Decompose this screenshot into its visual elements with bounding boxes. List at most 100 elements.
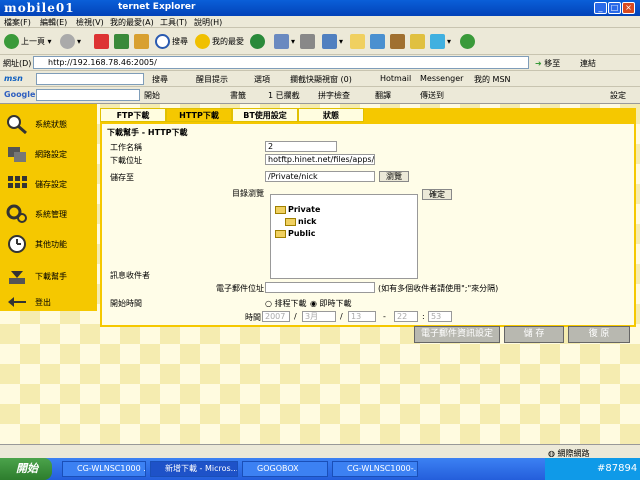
tree-item-private[interactable]: Private <box>275 205 320 214</box>
minute-select[interactable]: 53 <box>428 311 452 322</box>
section-title: 下載幫手 - HTTP下載 <box>107 128 188 137</box>
save-to-input[interactable]: /Private/nick <box>265 171 375 182</box>
hotmail-button[interactable]: Hotmail <box>380 74 411 83</box>
msn-toolbar: msn 搜尋 醒目提示 選項 攔截快顯視窗 (0) Hotmail Messen… <box>0 71 640 87</box>
tree-item-public[interactable]: Public <box>275 229 316 238</box>
taskbar-item[interactable]: GOGOBOX <box>242 461 328 477</box>
menu-help[interactable]: 說明(H) <box>194 17 222 28</box>
tab-bar: FTP下載 HTTP下載 BT使用設定 狀態 <box>100 108 636 122</box>
sidebar-item-logout[interactable]: 登出 <box>0 288 97 316</box>
links-button[interactable]: 連結 <box>580 58 596 69</box>
sendto-button[interactable]: 傳送到 <box>420 90 444 101</box>
schedule-radio[interactable]: ○ 排程下載 <box>265 298 307 309</box>
messenger-button[interactable] <box>370 32 387 52</box>
msn-search-button[interactable]: 搜尋 <box>152 74 168 85</box>
tab-bt[interactable]: BT使用設定 <box>232 108 298 122</box>
google-settings-button[interactable]: 設定 <box>610 90 626 101</box>
back-arrow-icon <box>4 34 19 49</box>
sidebar-item-download[interactable]: 下載幫手 <box>0 262 97 290</box>
ok-button[interactable]: 確定 <box>422 189 452 200</box>
google-start-button[interactable]: 開始 <box>144 90 160 101</box>
taskbar-item[interactable]: CG-WLNSC1000-... <box>332 461 418 477</box>
tab-http[interactable]: HTTP下載 <box>166 108 232 122</box>
menu-favorites[interactable]: 我的最愛(A) <box>110 17 154 28</box>
search-icon <box>155 34 170 49</box>
back-button[interactable]: 上一頁 ▾ <box>4 32 52 52</box>
search-button[interactable]: 搜尋 <box>155 32 188 52</box>
minimize-button[interactable]: _ <box>594 2 607 14</box>
refresh-button[interactable] <box>114 32 131 52</box>
sidebar-item-admin[interactable]: 系統管理 <box>0 200 97 228</box>
go-button[interactable]: ➜ 移至 <box>535 58 560 69</box>
home-button[interactable] <box>134 32 151 52</box>
msn-highlight-button[interactable]: 醒目提示 <box>196 74 228 85</box>
stop-icon <box>94 34 109 49</box>
magnifier-icon <box>6 114 28 135</box>
gogobox-icon <box>430 34 445 49</box>
menu-edit[interactable]: 編輯(E) <box>40 17 67 28</box>
day-select[interactable]: 13 <box>348 311 376 322</box>
status-bar: ◍ 網際網路 <box>0 444 640 458</box>
translate-button[interactable]: 翻譯 <box>375 90 391 101</box>
menu-tools[interactable]: 工具(T) <box>160 17 187 28</box>
year-select[interactable]: 2007 <box>262 311 290 322</box>
email-settings-button[interactable]: 電子郵件資訊設定 <box>414 326 500 343</box>
email-input[interactable] <box>265 282 375 293</box>
menu-file[interactable]: 檔案(F) <box>4 17 31 28</box>
mail-button[interactable]: ▾ <box>274 32 295 52</box>
tool-icon <box>390 34 405 49</box>
spellcheck-button[interactable]: 拼字檢查 <box>318 90 350 101</box>
forward-arrow-icon <box>60 34 75 49</box>
messenger-link[interactable]: Messenger <box>420 74 463 83</box>
folder-button[interactable] <box>350 32 367 52</box>
sidebar-item-status[interactable]: 系統狀態 <box>0 110 97 138</box>
msn-search-input[interactable] <box>36 73 144 85</box>
url-input[interactable]: hotftp.hinet.net/files/apps/02z <box>265 154 375 165</box>
msn-options-button[interactable]: 選項 <box>254 74 270 85</box>
sidebar-item-network[interactable]: 網路設定 <box>0 140 97 168</box>
month-select[interactable]: 3月 <box>302 311 336 322</box>
forward-button[interactable]: ▾ <box>60 32 81 52</box>
taskbar-item[interactable]: CG-WLNSC1000 ... <box>62 461 146 477</box>
stop-button[interactable] <box>94 32 111 52</box>
page-content: 系統狀態 網路設定 儲存設定 系統管理 其他功能 下載幫手 登出 FTP下載 H… <box>0 104 640 444</box>
history-button[interactable] <box>250 32 267 52</box>
edit-button[interactable]: ▾ <box>322 32 343 52</box>
popup-blocker-button[interactable]: 攔截快顯視窗 (0) <box>290 74 352 85</box>
maximize-button[interactable]: □ <box>608 2 621 14</box>
favorites-button[interactable]: 我的最愛 <box>195 32 244 52</box>
start-button[interactable]: 開始 <box>0 458 52 480</box>
hour-select[interactable]: 22 <box>394 311 418 322</box>
radio-off-icon: ○ <box>265 299 272 308</box>
time-label: 時間 <box>245 313 261 322</box>
save-button[interactable]: 儲 存 <box>504 326 564 343</box>
sidebar-item-storage[interactable]: 儲存設定 <box>0 170 97 198</box>
google-search-input[interactable] <box>36 89 140 101</box>
sidebar-item-other[interactable]: 其他功能 <box>0 230 97 258</box>
browse-button[interactable]: 瀏覽 <box>379 171 409 182</box>
tab-ftp[interactable]: FTP下載 <box>100 108 166 122</box>
go-arrow-icon: ➜ <box>535 59 542 68</box>
restore-button[interactable]: 復 原 <box>568 326 630 343</box>
taskbar-item[interactable]: 新增下載 - Micros... <box>150 461 238 477</box>
print-button[interactable] <box>300 32 317 52</box>
immediate-radio[interactable]: ◉ 即時下載 <box>310 298 352 309</box>
popup-blocked-button[interactable]: 1 已攔截 <box>268 90 300 101</box>
folder-icon <box>275 229 286 238</box>
my-msn-button[interactable]: 我的 MSN <box>474 74 511 85</box>
menu-view[interactable]: 檢視(V) <box>76 17 104 28</box>
tool-button[interactable] <box>390 32 407 52</box>
site-logo: mobile01 <box>4 1 75 15</box>
job-name-input[interactable]: 2 <box>265 141 337 152</box>
google-toolbar: Google 開始 書籤 1 已攔截 拼字檢查 翻譯 傳送到 設定 <box>0 87 640 104</box>
home-icon <box>134 34 149 49</box>
note-button[interactable] <box>410 32 427 52</box>
google-logo: Google <box>4 90 36 99</box>
bookmarks-button[interactable]: 書籤 <box>230 90 246 101</box>
gogobox-button[interactable]: ▾ <box>430 32 451 52</box>
close-button[interactable]: × <box>622 2 635 14</box>
address-input[interactable]: http://192.168.78.46:2005/ <box>33 56 529 69</box>
tree-item-nick[interactable]: nick <box>285 217 317 226</box>
users-button[interactable] <box>460 32 477 52</box>
tab-status[interactable]: 狀態 <box>298 108 364 122</box>
